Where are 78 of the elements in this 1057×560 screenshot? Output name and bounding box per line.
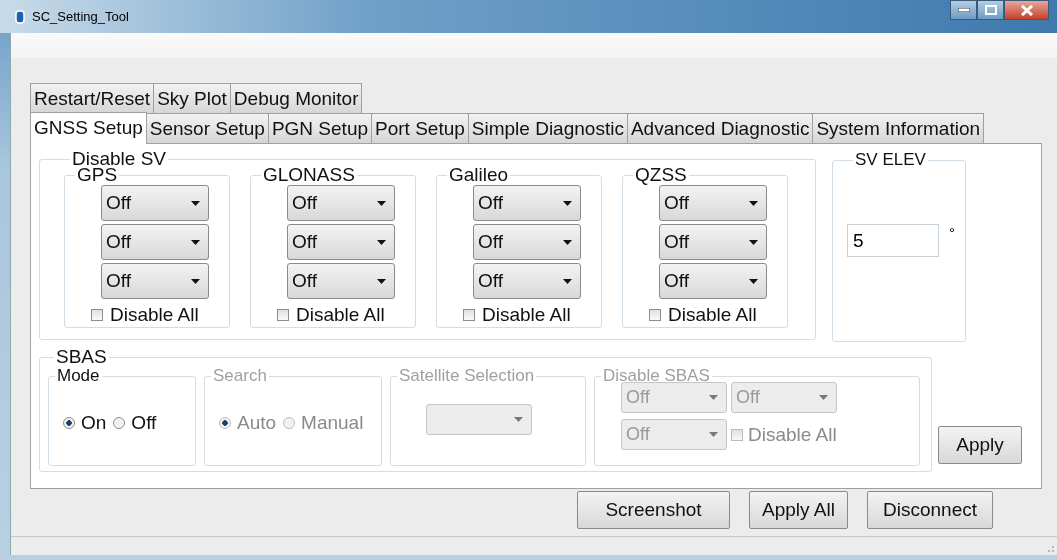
checkbox-label: Disable All [110, 304, 199, 326]
checkbox-label: Disable All [668, 304, 757, 326]
group-label: Search [212, 366, 268, 386]
radio-label: Auto [237, 412, 277, 434]
tab[interactable]: Restart/Reset [30, 83, 155, 113]
checkbox[interactable] [277, 309, 289, 321]
caret-icon [377, 278, 386, 284]
maximize-icon [984, 5, 997, 15]
apply-button[interactable]: Apply [938, 426, 1022, 464]
tab[interactable]: Port Setup [371, 113, 469, 143]
group-label: Mode [56, 366, 101, 386]
caret-icon [749, 200, 758, 206]
caret-icon [709, 395, 718, 400]
group-label: Satellite Selection [398, 366, 536, 386]
caret-icon [749, 239, 758, 245]
tab[interactable]: GNSS Setup [30, 112, 147, 144]
close-icon [1020, 4, 1033, 16]
tab[interactable]: Advanced Diagnostic [626, 113, 814, 143]
group-label: QZSS [634, 166, 688, 184]
minimize-icon [957, 8, 970, 12]
caret-icon [563, 239, 572, 245]
tab[interactable]: Sky Plot [153, 83, 231, 113]
caret-icon [191, 200, 200, 206]
checkbox[interactable] [649, 309, 661, 321]
group-label: GPS [77, 166, 118, 184]
degree-unit: ° [949, 224, 955, 241]
app-icon [14, 9, 26, 24]
checkbox-label: Disable All [482, 304, 571, 326]
dropdown[interactable]: Off [101, 263, 209, 299]
window-title: SC_Setting_Tool [32, 9, 129, 24]
screenshot-button[interactable]: Screenshot [577, 491, 730, 529]
dropdown[interactable]: Off [287, 185, 395, 221]
group-label: SBAS [55, 348, 108, 366]
close-button[interactable] [1004, 0, 1049, 20]
dropdown[interactable]: Off [287, 224, 395, 260]
caret-icon [377, 239, 386, 245]
caret-icon [563, 200, 572, 206]
dropdown[interactable]: Off [101, 185, 209, 221]
caret-icon [191, 239, 200, 245]
caret-icon [563, 278, 572, 284]
apply-all-button[interactable]: Apply All [749, 491, 848, 529]
group-label: SV ELEV [854, 150, 927, 170]
caret-icon [819, 395, 828, 400]
minimize-button[interactable] [950, 0, 977, 20]
dropdown[interactable]: Off [473, 185, 581, 221]
caret-icon [709, 432, 718, 437]
radio-label: Manual [301, 412, 364, 434]
tab[interactable]: PGN Setup [267, 113, 373, 143]
resize-grip-icon [1045, 545, 1055, 553]
disconnect-button[interactable]: Disconnect [867, 491, 993, 529]
group-label: GLONASS [262, 166, 356, 184]
radio-button[interactable] [113, 417, 126, 429]
dropdown[interactable]: Off [473, 224, 581, 260]
group-label: Galileo [448, 166, 510, 184]
radio-label: Off [131, 412, 157, 434]
radio-button[interactable] [63, 417, 75, 429]
tab[interactable]: Simple Diagnostic [467, 113, 628, 143]
dropdown[interactable]: Off [473, 263, 581, 299]
checkbox-label: Disable All [748, 423, 837, 446]
tab[interactable]: Debug Monitor [229, 83, 363, 113]
radio-label: On [81, 412, 107, 434]
dropdown[interactable]: Off [287, 263, 395, 299]
tab[interactable]: Sensor Setup [145, 113, 269, 143]
caret-icon [377, 200, 386, 206]
checkbox-label: Disable All [296, 304, 385, 326]
elevation-field[interactable]: 5 [847, 224, 939, 257]
checkbox[interactable] [91, 309, 103, 321]
caret-icon [749, 278, 758, 284]
dropdown[interactable]: Off [659, 224, 767, 260]
group-label: Disable SV [71, 150, 167, 168]
checkbox[interactable] [463, 309, 475, 321]
dropdown[interactable]: Off [659, 185, 767, 221]
tab[interactable]: System Information [812, 113, 985, 143]
maximize-button[interactable] [977, 0, 1004, 20]
caret-icon [514, 417, 523, 422]
dropdown[interactable]: Off [101, 224, 209, 260]
caret-icon [191, 278, 200, 284]
dropdown[interactable]: Off [659, 263, 767, 299]
